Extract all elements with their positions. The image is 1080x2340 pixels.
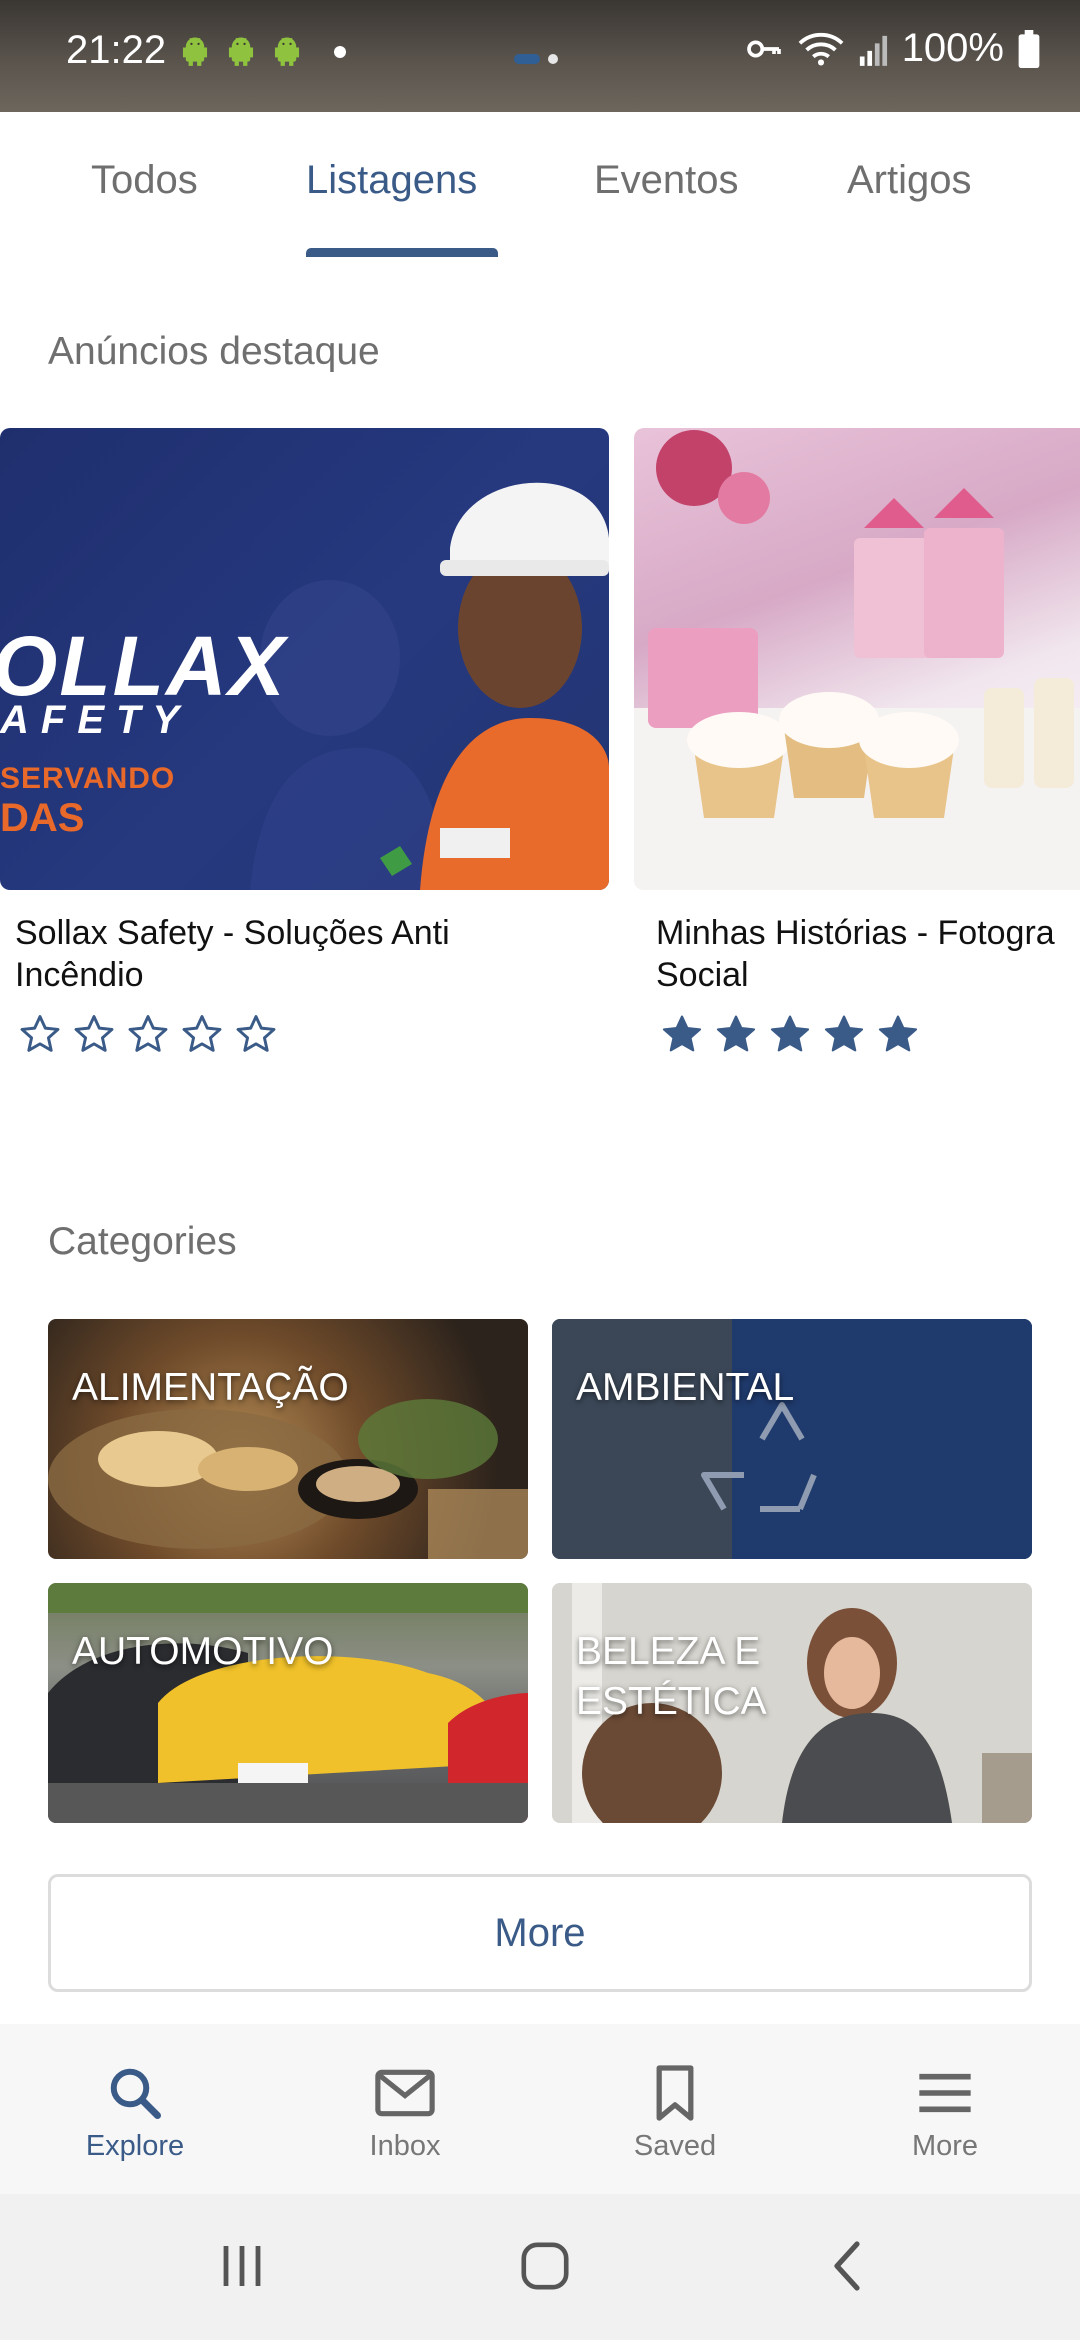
star-filled-icon (824, 1015, 864, 1052)
category-tile-beleza-estetica[interactable]: BELEZA E ESTÉTICA (552, 1583, 1032, 1823)
tab-todos[interactable]: Todos (91, 158, 198, 203)
featured-card-title[interactable]: Sollax Safety - Soluções Anti Incêndio (15, 912, 605, 996)
featured-carousel[interactable]: OLLAX AFETY SERVANDO DAS Sollax Safety -… (0, 428, 1080, 1068)
star-empty-icon (236, 1015, 276, 1052)
nav-saved[interactable]: Saved (540, 2024, 810, 2194)
search-icon (105, 2062, 165, 2124)
back-icon[interactable] (826, 2238, 868, 2294)
mail-icon (374, 2062, 436, 2124)
page-indicator (514, 54, 558, 64)
cars-photo (48, 1583, 528, 1823)
star-filled-icon (662, 1015, 702, 1052)
star-empty-icon (182, 1015, 222, 1052)
nav-more[interactable]: More (810, 2024, 1080, 2194)
nav-label: Saved (633, 2130, 717, 2162)
category-label: AMBIENTAL (576, 1366, 795, 1409)
signal-icon (859, 35, 887, 66)
category-label: BELEZA E ESTÉTICA (576, 1630, 767, 1723)
sollax-tagline-2: DAS (0, 796, 85, 840)
home-icon[interactable] (518, 2238, 572, 2294)
featured-card-image: OLLAX AFETY SERVANDO DAS (0, 428, 609, 890)
star-empty-icon (20, 1015, 60, 1052)
category-label: ALIMENTAÇÃO (72, 1366, 349, 1409)
featured-card-image (634, 428, 1080, 890)
android-icon (228, 37, 254, 66)
notification-icons (178, 34, 304, 68)
key-icon (746, 40, 781, 57)
star-filled-icon (878, 1015, 918, 1052)
page-dot-active (514, 54, 540, 64)
active-tab-indicator (306, 248, 498, 257)
star-filled-icon (716, 1015, 756, 1052)
status-time: 21:22 (66, 28, 167, 72)
category-tile-automotivo[interactable]: AUTOMOTIVO (48, 1583, 528, 1823)
sollax-logo-subtext: AFETY (0, 698, 192, 742)
battery-icon (1018, 29, 1040, 68)
android-icon (182, 37, 208, 66)
tab-eventos[interactable]: Eventos (594, 158, 739, 203)
nav-label: Explore (85, 2130, 185, 2162)
rating-stars (660, 1012, 920, 1056)
notification-dot (334, 46, 346, 58)
page-dot (548, 54, 558, 64)
category-tile-alimentacao[interactable]: ALIMENTAÇÃO (48, 1319, 528, 1559)
bottom-navigation: Explore Inbox Saved More (0, 2024, 1080, 2194)
battery-level: 100% (901, 26, 1004, 70)
bookmark-icon (652, 2062, 698, 2124)
status-bar: 21:22 100% (0, 0, 1080, 112)
recents-icon[interactable] (218, 2238, 266, 2294)
categories-section-title: Categories (48, 1220, 237, 1263)
party-illustration (634, 430, 1080, 890)
rating-stars (18, 1012, 278, 1056)
system-navigation-bar (0, 2194, 1080, 2340)
menu-icon (916, 2062, 974, 2124)
featured-section-title: Anúncios destaque (48, 330, 380, 373)
star-empty-icon (74, 1015, 114, 1052)
category-tile-ambiental[interactable]: AMBIENTAL (552, 1319, 1032, 1559)
category-label: AUTOMOTIVO (72, 1630, 334, 1673)
nav-explore[interactable]: Explore (0, 2024, 270, 2194)
tab-listagens[interactable]: Listagens (306, 158, 477, 203)
tab-artigos[interactable]: Artigos (847, 158, 972, 203)
star-filled-icon (770, 1015, 810, 1052)
status-right: 100% (744, 26, 1040, 71)
sollax-tagline-1: SERVANDO (0, 762, 176, 795)
featured-card-title[interactable]: Minhas Histórias - Fotogra Social (656, 912, 1080, 996)
food-photo (48, 1399, 528, 1559)
more-categories-button[interactable]: More (48, 1874, 1032, 1992)
star-empty-icon (128, 1015, 168, 1052)
content-tabs: Todos Listagens Eventos Artigos (0, 112, 1080, 257)
android-icon (274, 37, 300, 66)
nav-label: More (911, 2130, 979, 2162)
recycle-bin-photo (552, 1319, 1032, 1559)
nav-label: Inbox (369, 2130, 441, 2162)
wifi-icon (798, 32, 844, 65)
nav-inbox[interactable]: Inbox (270, 2024, 540, 2194)
